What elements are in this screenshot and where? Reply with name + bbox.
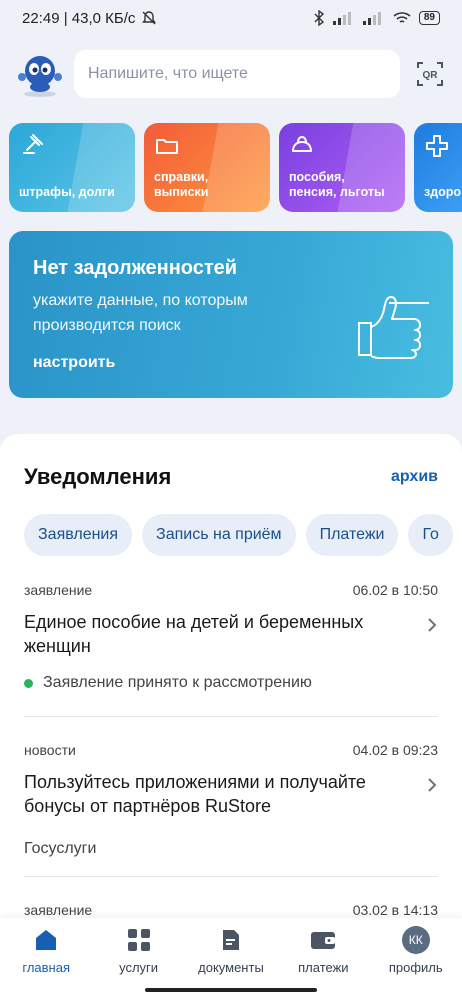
item-date: 03.02 в 14:13	[352, 902, 438, 918]
item-type: заявление	[24, 902, 93, 918]
item-status: Заявление принято к рассмотрению	[24, 674, 438, 692]
nav-home[interactable]: главная	[1, 926, 91, 1000]
item-date: 04.02 в 09:23	[352, 742, 438, 758]
item-meta: заявление 06.02 в 10:50	[24, 582, 438, 598]
category-fines-debts[interactable]: штрафы, долги	[9, 123, 135, 212]
thumbs-up-icon	[358, 296, 429, 359]
assistant-robot-icon[interactable]	[16, 49, 64, 99]
home-indicator	[145, 988, 317, 992]
bottom-navigation: главная услуги документы платежи КК проф…	[0, 918, 462, 1000]
category-label: здоро	[424, 185, 462, 199]
item-title: Пользуйтесь приложениями и получайте бон…	[24, 772, 366, 816]
notification-item[interactable]: заявление 03.02 в 14:13	[24, 902, 438, 918]
battery-indicator: 89	[418, 11, 440, 25]
signal-icon-2	[362, 12, 381, 25]
category-benefits[interactable]: пособия, пенсия, льготы	[279, 123, 405, 212]
status-time: 22:49 | 43,0 КБ/с	[22, 9, 136, 27]
notifications-header: Уведомления архив	[0, 434, 462, 490]
qr-scanner-button[interactable]: QR	[414, 54, 446, 94]
item-title: Единое пособие на детей и беременных жен…	[24, 612, 364, 656]
home-icon	[32, 926, 60, 954]
nav-label: главная	[22, 960, 70, 975]
item-type: новости	[24, 742, 76, 758]
item-date: 06.02 в 10:50	[352, 582, 438, 598]
cross-icon	[426, 135, 448, 157]
avatar: КК	[401, 926, 430, 954]
wifi-icon	[393, 12, 411, 23]
card-decoration	[200, 123, 270, 212]
grid-icon	[125, 926, 153, 954]
nav-label: документы	[198, 960, 264, 975]
nav-label: профиль	[388, 960, 443, 975]
debt-title: Нет задолженностей	[33, 257, 238, 279]
chevron-right-icon	[428, 778, 437, 792]
item-meta: новости 04.02 в 09:23	[24, 742, 438, 758]
search-input[interactable]	[74, 50, 400, 98]
status-bar: 22:49 | 43,0 КБ/с 89	[0, 0, 462, 36]
chip-more[interactable]: Го	[408, 514, 453, 556]
notification-item[interactable]: новости 04.02 в 09:23 Пользуйтесь прилож…	[24, 742, 438, 858]
category-certificates[interactable]: справки, выписки	[144, 123, 270, 212]
qr-icon: QR	[417, 62, 443, 86]
divider	[24, 716, 438, 717]
document-icon	[217, 926, 245, 954]
status-left: 22:49 | 43,0 КБ/с	[22, 10, 157, 27]
notifications-title: Уведомления	[24, 464, 172, 489]
debt-banner[interactable]: Нет задолженностей укажите данные, по ко…	[9, 231, 453, 398]
gavel-icon	[23, 134, 43, 154]
chip-payments[interactable]: Платежи	[305, 514, 399, 556]
qr-text: QR	[423, 70, 439, 81]
item-type: заявление	[24, 582, 93, 598]
filter-chips: Заявления Запись на приём Платежи Го	[0, 514, 462, 556]
nav-label: платежи	[298, 960, 349, 975]
item-meta: заявление 03.02 в 14:13	[24, 902, 438, 918]
folder-icon	[156, 139, 178, 154]
notifications-sheet: Уведомления архив Заявления Запись на пр…	[0, 434, 462, 1000]
notification-item[interactable]: заявление 06.02 в 10:50 Единое пособие н…	[24, 582, 438, 692]
status-right: 89	[313, 10, 440, 26]
header: QR	[0, 46, 462, 102]
chip-appointment[interactable]: Запись на приём	[142, 514, 296, 556]
chevron-right-icon	[428, 618, 437, 632]
debt-subtitle: укажите данные, по которым производится …	[33, 292, 248, 334]
category-label: штрафы, долги	[19, 185, 115, 199]
nav-label: услуги	[119, 960, 159, 975]
nav-profile[interactable]: КК профиль	[371, 926, 461, 1000]
category-label: справки, выписки	[154, 170, 209, 199]
chip-applications[interactable]: Заявления	[24, 514, 133, 556]
category-health[interactable]: здоро	[414, 123, 462, 212]
mute-icon	[142, 11, 157, 25]
category-cards: штрафы, долги справки, выписки пособия, пе…	[9, 123, 462, 212]
item-source: Госуслуги	[24, 840, 97, 857]
status-text: Заявление принято к рассмотрению	[43, 674, 312, 691]
wallet-icon	[309, 926, 337, 954]
status-dot	[24, 678, 33, 688]
category-label: пособия, пенсия, льготы	[289, 170, 385, 199]
signal-icon	[332, 12, 351, 25]
bluetooth-icon	[314, 10, 324, 26]
divider	[24, 876, 438, 877]
archive-link[interactable]: архив	[391, 468, 438, 486]
wallet-icon	[292, 136, 312, 152]
